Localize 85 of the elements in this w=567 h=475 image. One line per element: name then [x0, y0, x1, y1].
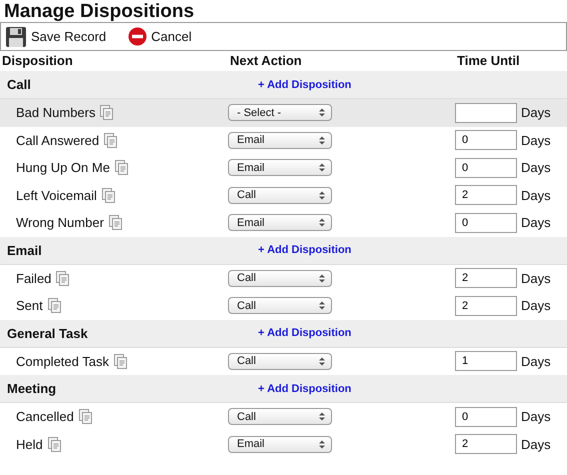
select-arrows-icon — [319, 274, 325, 283]
disposition-name: Cancelled — [16, 409, 74, 424]
action-dropdown[interactable]: Email — [228, 132, 332, 149]
select-arrows-icon — [319, 440, 325, 449]
column-header: Time Until — [456, 52, 520, 70]
cancel-button[interactable]: Cancel — [128, 27, 192, 46]
notes-icon[interactable] — [78, 409, 93, 424]
table-row[interactable]: Hung Up On Me Email 0 Days — [0, 154, 567, 182]
action-dropdown[interactable]: Call — [228, 352, 332, 370]
table-row[interactable]: Cancelled Call 0 Days — [0, 403, 567, 430]
select-arrows-icon — [319, 301, 325, 310]
disposition-name: Left Voicemail — [16, 188, 97, 203]
disposition-name: Completed Task — [16, 354, 109, 369]
select-arrows-icon — [319, 218, 325, 228]
table-row[interactable]: Wrong Number Email 0 Days — [0, 209, 567, 236]
time-input[interactable]: 2 — [455, 434, 517, 454]
days-label: Days — [521, 270, 551, 286]
action-dropdown[interactable]: Email — [228, 159, 332, 176]
days-label: Days — [521, 215, 551, 230]
time-input[interactable] — [455, 102, 517, 123]
group-title: Meeting — [7, 381, 56, 396]
group-title: General Task — [7, 326, 88, 340]
table-row[interactable]: Left Voicemail Call 2 Days — [0, 182, 567, 209]
action-dropdown[interactable]: Call — [228, 270, 332, 287]
select-arrows-icon — [319, 108, 325, 118]
days-label: Days — [521, 436, 551, 452]
time-input[interactable]: 2 — [455, 268, 517, 288]
time-input[interactable]: 0 — [455, 212, 517, 233]
notes-icon[interactable] — [48, 298, 62, 314]
select-arrows-icon — [319, 190, 325, 200]
notes-icon[interactable] — [100, 105, 114, 120]
notes-icon[interactable] — [108, 215, 123, 230]
days-label: Days — [521, 160, 551, 176]
disposition-name: Hung Up On Me — [16, 160, 110, 176]
table-row[interactable]: Call Answered Email 0 Days — [0, 126, 567, 154]
table-row[interactable]: Sent Call 2 Days — [0, 292, 567, 320]
disposition-name: Bad Numbers — [16, 105, 96, 120]
days-label: Days — [521, 409, 551, 424]
notes-icon[interactable] — [104, 132, 118, 148]
table-row[interactable]: Held Email 2 Days — [0, 430, 567, 458]
add-disposition-link[interactable]: + Add Disposition — [258, 78, 352, 90]
days-label: Days — [521, 132, 551, 148]
select-arrows-icon — [319, 356, 325, 366]
time-input[interactable]: 1 — [455, 351, 517, 372]
notes-icon[interactable] — [114, 160, 129, 176]
table-row[interactable]: Completed Task Call 1 Days — [0, 348, 567, 375]
action-dropdown[interactable]: Email — [228, 214, 332, 232]
select-arrows-icon — [319, 412, 325, 422]
disposition-name: Wrong Number — [16, 215, 104, 230]
save-button[interactable]: Save Record — [5, 26, 106, 48]
select-arrows-icon — [319, 163, 325, 172]
days-label: Days — [521, 298, 551, 314]
time-input[interactable]: 0 — [455, 130, 517, 150]
action-dropdown[interactable]: Call — [228, 186, 332, 204]
days-label: Days — [521, 188, 551, 203]
disposition-name: Held — [16, 436, 43, 452]
time-input[interactable]: 2 — [455, 185, 517, 206]
page-title: Manage Dispositions — [3, 0, 196, 22]
add-disposition-link[interactable]: + Add Disposition — [258, 382, 352, 394]
action-dropdown[interactable]: - Select - — [228, 104, 332, 122]
days-label: Days — [521, 354, 551, 369]
time-input[interactable]: 2 — [455, 296, 517, 316]
notes-icon[interactable] — [48, 436, 62, 452]
time-input[interactable]: 0 — [455, 406, 517, 427]
disposition-name: Call Answered — [16, 132, 100, 148]
select-arrows-icon — [319, 136, 325, 145]
time-input[interactable]: 0 — [455, 158, 517, 178]
notes-icon[interactable] — [114, 354, 128, 369]
disposition-name: Failed — [16, 270, 52, 286]
group-title: Email — [7, 242, 42, 258]
column-header: Next Action — [229, 52, 302, 70]
notes-icon[interactable] — [56, 270, 70, 286]
table-row[interactable]: Bad Numbers - Select - Days — [0, 99, 567, 126]
action-dropdown[interactable]: Call — [228, 408, 332, 426]
add-disposition-link[interactable]: + Add Disposition — [258, 327, 352, 339]
group-title: Call — [7, 77, 31, 92]
action-dropdown[interactable]: Call — [228, 297, 332, 314]
add-disposition-link[interactable]: + Add Disposition — [258, 244, 352, 256]
notes-icon[interactable] — [102, 188, 116, 203]
days-label: Days — [521, 105, 551, 120]
table-row[interactable]: Failed Call 2 Days — [0, 264, 567, 292]
column-header: Disposition — [1, 52, 73, 70]
action-dropdown[interactable]: Email — [228, 436, 332, 453]
disposition-name: Sent — [16, 298, 43, 314]
cancel-icon — [128, 27, 148, 46]
